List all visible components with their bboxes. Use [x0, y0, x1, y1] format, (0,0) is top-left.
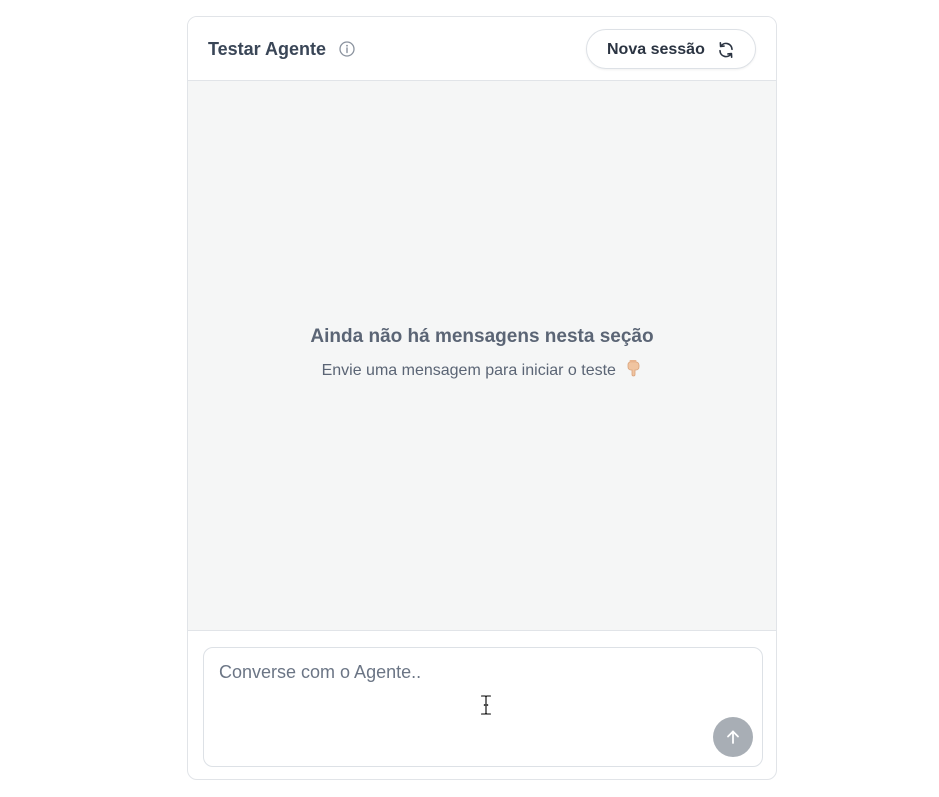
empty-state-subtitle-row: Envie uma mensagem para iniciar o teste	[188, 359, 776, 381]
chat-messages-area: Ainda não há mensagens nesta seção Envie…	[188, 81, 776, 631]
empty-state-title: Ainda não há mensagens nesta seção	[310, 326, 654, 347]
hand-pointing-down-icon	[628, 360, 640, 377]
empty-state-subtitle: Envie uma mensagem para iniciar o teste	[321, 362, 616, 379]
new-session-button[interactable]: Nova sessão	[586, 29, 756, 69]
panel-title: Testar Agente	[208, 39, 327, 59]
send-button[interactable]	[713, 717, 753, 757]
arrow-up-icon	[727, 730, 739, 744]
agent-test-panel: Testar Agente Nova sessão Ainda não há m…	[187, 16, 777, 780]
panel-header: Testar Agente Nova sessão	[188, 17, 776, 81]
new-session-label: Nova sessão	[607, 41, 705, 58]
text-cursor-icon	[481, 695, 491, 715]
refresh-icon	[719, 42, 733, 58]
info-icon[interactable]	[339, 41, 355, 57]
